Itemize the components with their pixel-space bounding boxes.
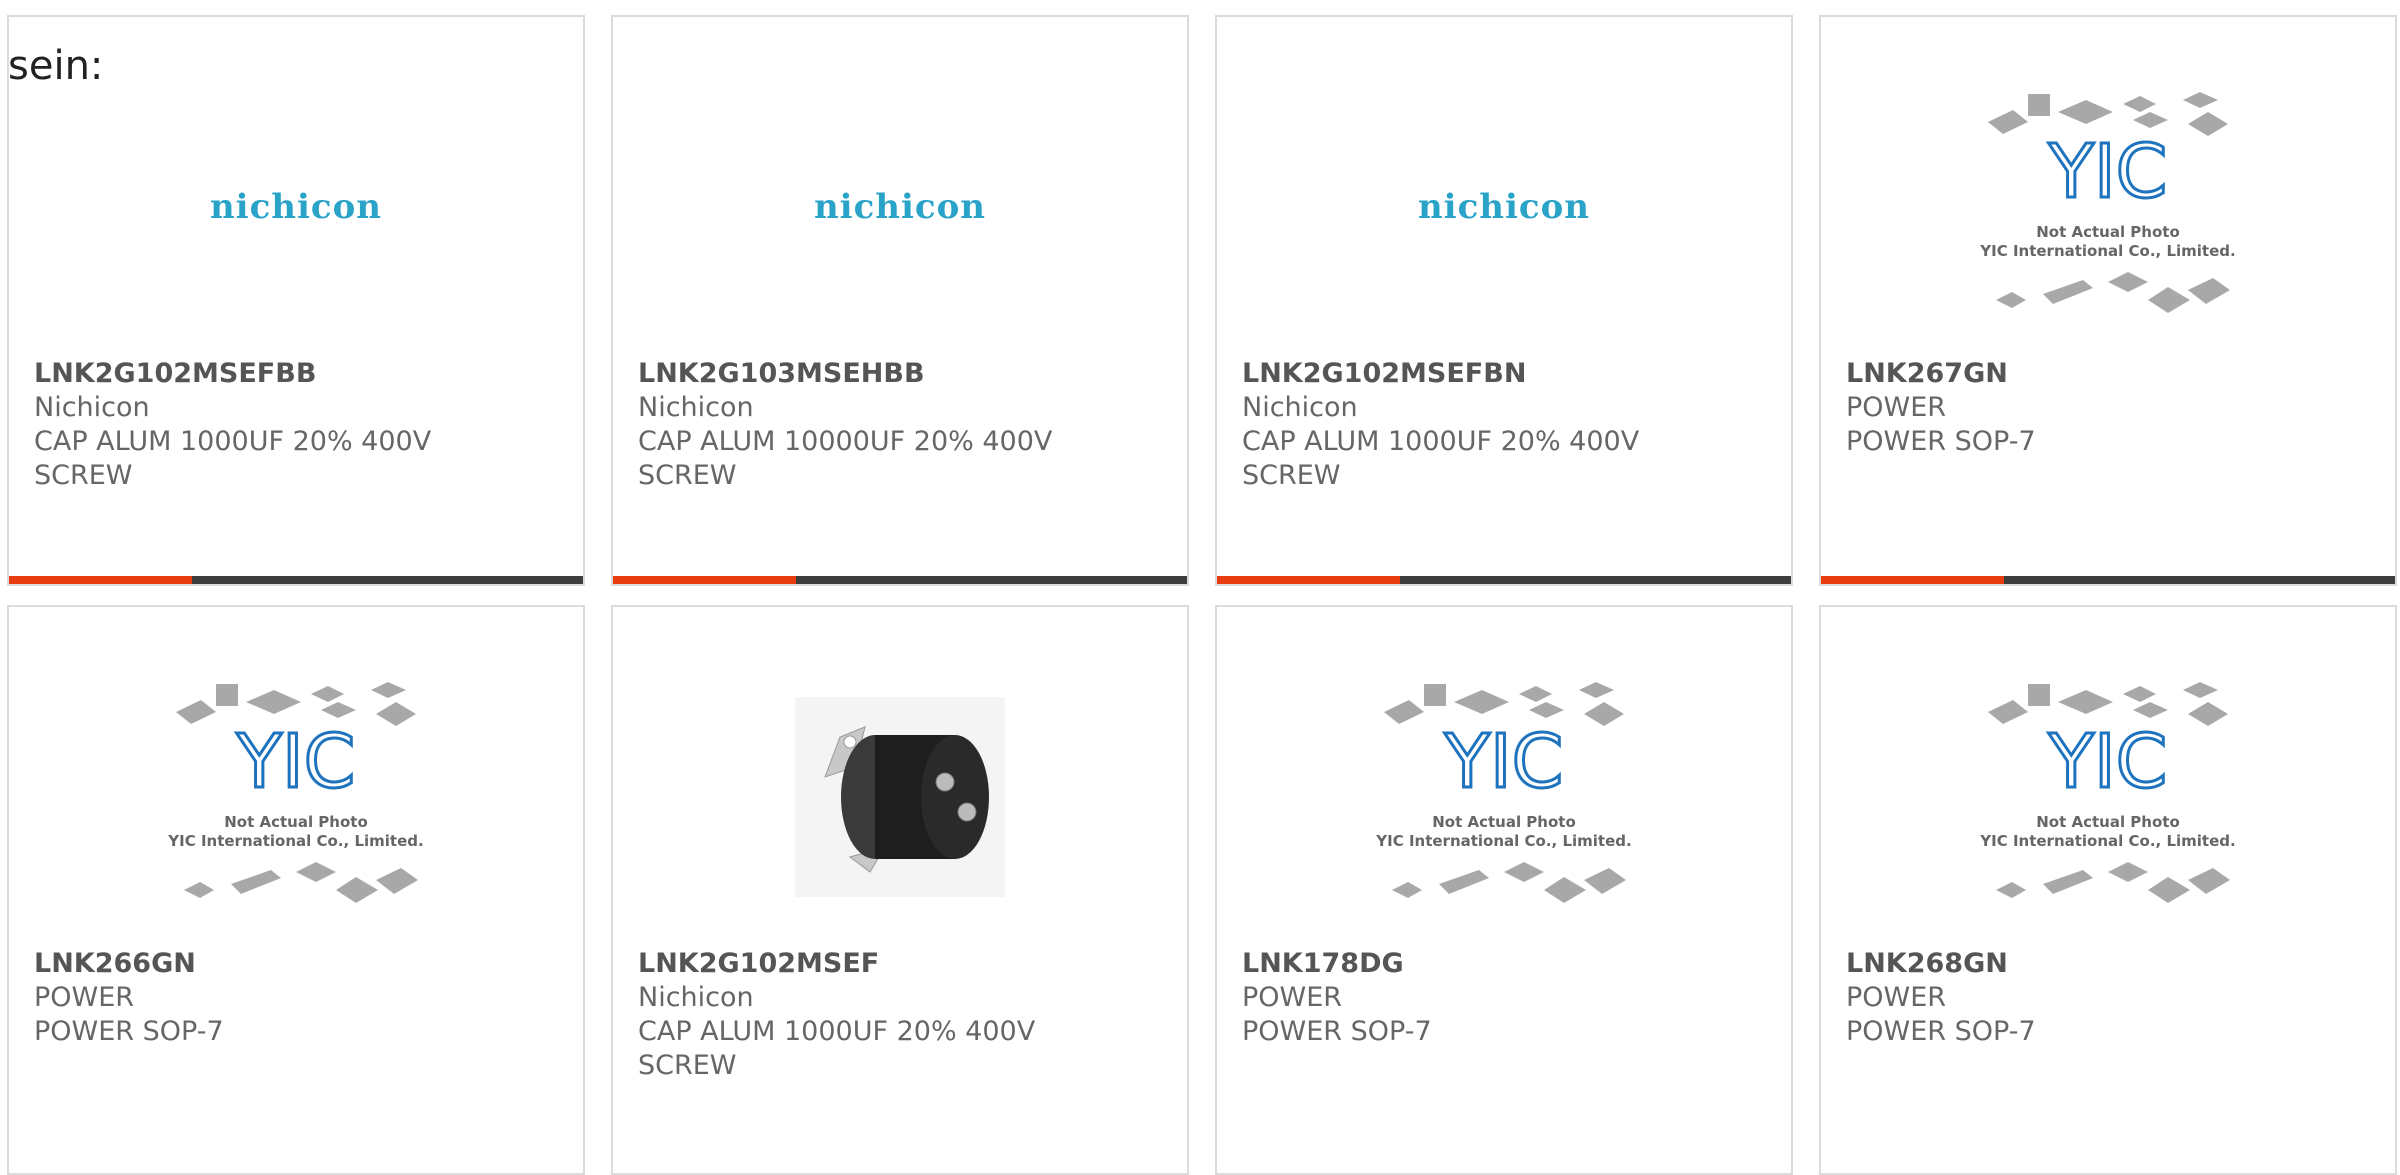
manufacturer: Nichicon: [638, 982, 754, 1013]
caption-1: Not Actual Photo: [2036, 813, 2180, 831]
description-2: SCREW: [638, 1050, 737, 1081]
part-number[interactable]: LNK2G102MSEFBB: [34, 357, 563, 391]
product-card[interactable]: nichicon LNK2G102MSEFBN Nichicon CAP ALU…: [1215, 15, 1793, 586]
manufacturer: POWER: [34, 982, 135, 1013]
description: CAP ALUM 1000UF 20% 400V: [34, 426, 432, 457]
manufacturer: Nichicon: [1242, 392, 1358, 423]
caption-1: Not Actual Photo: [2036, 223, 2180, 241]
accent-bar: [613, 576, 796, 584]
product-card[interactable]: nichicon LNK2G103MSEHBB Nichicon CAP ALU…: [611, 15, 1189, 586]
accent-bar: [1821, 576, 2004, 584]
part-number[interactable]: LNK268GN: [1846, 947, 2375, 981]
product-image: nichicon: [613, 77, 1187, 337]
svg-text:YIC: YIC: [1444, 719, 1564, 805]
caption-1: Not Actual Photo: [224, 813, 368, 831]
part-number[interactable]: LNK266GN: [34, 947, 563, 981]
card-bottom-bar: [9, 576, 583, 584]
product-image: nichicon: [9, 77, 583, 337]
caption-2: YIC International Co., Limited.: [1979, 242, 2235, 260]
product-card[interactable]: YIC Not Actual Photo YIC International C…: [1819, 15, 2397, 586]
manufacturer: POWER: [1846, 392, 1947, 423]
part-number[interactable]: LNK178DG: [1242, 947, 1771, 981]
product-card[interactable]: LNK2G102MSEF Nichicon CAP ALUM 1000UF 20…: [611, 605, 1189, 1175]
part-number[interactable]: LNK2G102MSEFBN: [1242, 357, 1771, 391]
part-number[interactable]: LNK2G102MSEF: [638, 947, 1167, 981]
manufacturer: Nichicon: [638, 392, 754, 423]
product-image: YIC Not Actual Photo YIC International C…: [1821, 77, 2395, 337]
description-2: SCREW: [638, 460, 737, 491]
caption-2: YIC International Co., Limited.: [1375, 832, 1631, 850]
yic-placeholder-image: YIC Not Actual Photo YIC International C…: [1979, 682, 2236, 903]
yic-placeholder-image: YIC Not Actual Photo YIC International C…: [1979, 92, 2236, 313]
accent-bar: [1217, 576, 1400, 584]
description: POWER SOP-7: [1242, 1016, 1432, 1047]
description: POWER SOP-7: [1846, 426, 2036, 457]
description: CAP ALUM 1000UF 20% 400V: [638, 1016, 1036, 1047]
product-card[interactable]: nichicon LNK2G102MSEFBB Nichicon CAP ALU…: [7, 15, 585, 586]
capacitor-photo: [795, 697, 1005, 897]
nichicon-logo: nichicon: [1417, 187, 1591, 227]
nichicon-logo: nichicon: [813, 187, 987, 227]
product-image: YIC Not Actual Photo YIC International C…: [9, 667, 583, 927]
svg-text:YIC: YIC: [2048, 129, 2168, 215]
description: CAP ALUM 10000UF 20% 400V: [638, 426, 1053, 457]
card-bottom-bar: [613, 576, 1187, 584]
nichicon-logo: nichicon: [209, 187, 383, 227]
product-image: nichicon: [1217, 77, 1791, 337]
manufacturer: POWER: [1846, 982, 1947, 1013]
product-card[interactable]: YIC Not Actual Photo YIC International C…: [7, 605, 585, 1175]
part-number[interactable]: LNK267GN: [1846, 357, 2375, 391]
caption-2: YIC International Co., Limited.: [1979, 832, 2235, 850]
section-heading: sein:: [8, 43, 104, 89]
caption-2: YIC International Co., Limited.: [167, 832, 423, 850]
product-image: [613, 667, 1187, 927]
description: POWER SOP-7: [34, 1016, 224, 1047]
yic-placeholder-image: YIC Not Actual Photo YIC International C…: [1375, 682, 1632, 903]
description-2: SCREW: [1242, 460, 1341, 491]
manufacturer: Nichicon: [34, 392, 150, 423]
svg-text:YIC: YIC: [236, 719, 356, 805]
accent-bar: [9, 576, 192, 584]
card-bottom-bar: [1217, 576, 1791, 584]
product-card[interactable]: YIC Not Actual Photo YIC International C…: [1215, 605, 1793, 1175]
product-image: YIC Not Actual Photo YIC International C…: [1821, 667, 2395, 927]
description-2: SCREW: [34, 460, 133, 491]
product-image: YIC Not Actual Photo YIC International C…: [1217, 667, 1791, 927]
card-bottom-bar: [1821, 576, 2395, 584]
product-card[interactable]: YIC Not Actual Photo YIC International C…: [1819, 605, 2397, 1175]
svg-text:YIC: YIC: [2048, 719, 2168, 805]
description: CAP ALUM 1000UF 20% 400V: [1242, 426, 1640, 457]
description: POWER SOP-7: [1846, 1016, 2036, 1047]
manufacturer: POWER: [1242, 982, 1343, 1013]
caption-1: Not Actual Photo: [1432, 813, 1576, 831]
part-number[interactable]: LNK2G103MSEHBB: [638, 357, 1167, 391]
yic-placeholder-image: YIC Not Actual Photo YIC International C…: [167, 682, 424, 903]
